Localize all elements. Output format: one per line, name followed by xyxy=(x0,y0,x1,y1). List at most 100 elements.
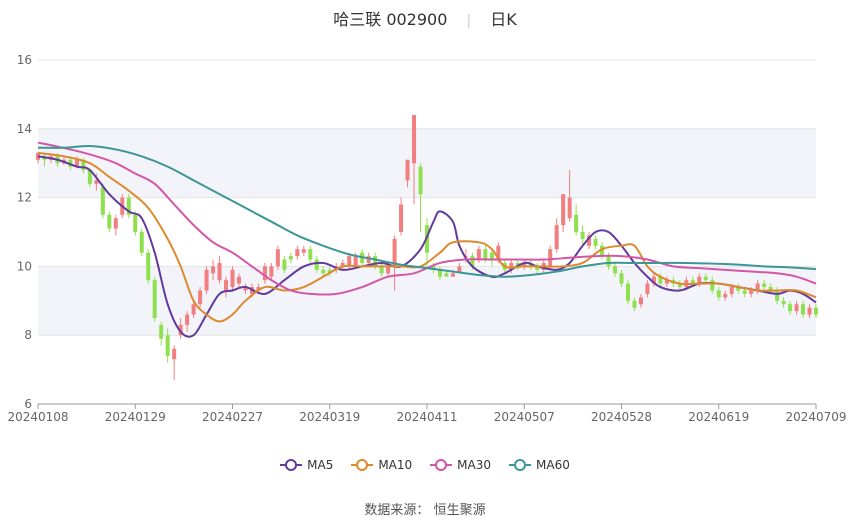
legend-marker-icon xyxy=(430,459,453,471)
legend-label: MA30 xyxy=(457,458,492,472)
y-tick-label: 16 xyxy=(17,53,32,67)
y-tick-label: 8 xyxy=(24,328,32,342)
candle-body xyxy=(483,249,488,260)
legend-item-ma30[interactable]: MA30 xyxy=(430,458,491,472)
candle-body xyxy=(450,273,455,277)
legend-label: MA60 xyxy=(536,458,570,472)
candle xyxy=(204,266,209,294)
candle-body xyxy=(107,214,112,229)
candle-body xyxy=(489,252,494,260)
source-name: 恒生聚源 xyxy=(433,503,486,518)
candle-body xyxy=(444,273,449,277)
candle-body xyxy=(282,259,287,270)
legend-item-ma10[interactable]: MA10 xyxy=(351,458,412,472)
candle-body xyxy=(645,283,650,294)
candle-body xyxy=(295,249,300,257)
candle-body xyxy=(632,300,637,308)
candle-body xyxy=(399,204,404,232)
y-tick-label: 10 xyxy=(17,259,32,273)
candle xyxy=(625,280,630,305)
candle-body xyxy=(801,304,806,315)
y-tick-label: 12 xyxy=(17,191,32,205)
x-tick-label: 20240507 xyxy=(494,410,555,424)
candle-body xyxy=(100,187,105,215)
candle-body xyxy=(172,348,177,360)
candle-body xyxy=(606,256,611,267)
candle-body xyxy=(418,166,423,195)
candle xyxy=(146,249,151,284)
candle-body xyxy=(185,314,190,325)
candle xyxy=(107,211,112,232)
candle xyxy=(275,245,280,270)
candle-body xyxy=(217,262,222,281)
candle-body xyxy=(781,300,786,305)
candle-body xyxy=(269,266,274,277)
candle-body xyxy=(619,273,624,284)
candle-body xyxy=(762,283,767,288)
legend-marker-icon xyxy=(509,459,532,471)
candle xyxy=(308,245,313,263)
candle-body xyxy=(625,283,630,301)
candle-body xyxy=(275,249,280,267)
y-axis: 6 8 10 12 14 16 xyxy=(17,53,32,411)
candle-body xyxy=(191,304,196,315)
candle xyxy=(139,228,144,257)
legend-label: MA5 xyxy=(307,458,334,472)
candle-body xyxy=(314,259,319,270)
candle-body xyxy=(749,290,754,294)
candle xyxy=(288,252,293,263)
y-tick-label: 14 xyxy=(17,122,32,136)
candle-body xyxy=(288,256,293,260)
legend-item-ma60[interactable]: MA60 xyxy=(509,458,570,472)
candle-body xyxy=(788,304,793,312)
candle-body xyxy=(574,214,579,232)
candle-body xyxy=(386,266,391,274)
source-label: 数据来源： xyxy=(364,503,430,518)
candle xyxy=(476,245,481,263)
candle xyxy=(159,321,164,346)
legend-marker-icon xyxy=(351,459,374,471)
candle-body xyxy=(554,225,559,250)
candle-body xyxy=(152,280,157,318)
legend: MA5 MA10 MA30 MA60 xyxy=(0,458,850,472)
x-tick-label: 20240227 xyxy=(202,410,263,424)
candle-body xyxy=(113,218,118,229)
candle-body xyxy=(807,307,812,315)
candle-body xyxy=(412,115,417,164)
candle-body xyxy=(353,256,358,267)
x-tick-label: 20240709 xyxy=(785,410,846,424)
candle-body xyxy=(198,290,203,305)
legend-item-ma5[interactable]: MA5 xyxy=(280,458,333,472)
legend-label: MA10 xyxy=(378,458,413,472)
candle xyxy=(554,218,559,253)
candle-body xyxy=(321,269,326,274)
candle-body xyxy=(224,280,229,291)
candle-body xyxy=(561,194,566,226)
candle-body xyxy=(159,324,164,339)
candle xyxy=(126,194,131,219)
candle-body xyxy=(742,290,747,294)
candle-body xyxy=(405,159,410,181)
candle-body xyxy=(133,214,138,232)
candle xyxy=(230,266,235,291)
candle-body xyxy=(165,335,170,356)
candle-body xyxy=(236,276,241,284)
candle xyxy=(172,345,177,380)
candle xyxy=(593,235,598,250)
candle-body xyxy=(379,266,384,274)
candle-body xyxy=(139,232,144,253)
data-source: 数据来源： 恒生聚源 xyxy=(0,499,850,518)
x-tick-label: 20240411 xyxy=(396,410,457,424)
legend-marker-icon xyxy=(280,459,303,471)
candle-body xyxy=(204,269,209,291)
candle-body xyxy=(723,293,728,298)
candle-body xyxy=(593,238,598,246)
candle-body xyxy=(301,249,306,253)
candle-body xyxy=(476,249,481,260)
candle xyxy=(295,245,300,260)
candle-body xyxy=(262,266,267,281)
x-axis: 20240108 20240129 20240227 20240319 20240411… xyxy=(7,403,847,424)
x-tick-label: 20240319 xyxy=(299,410,360,424)
candle xyxy=(217,256,222,284)
candle-body xyxy=(638,297,643,305)
